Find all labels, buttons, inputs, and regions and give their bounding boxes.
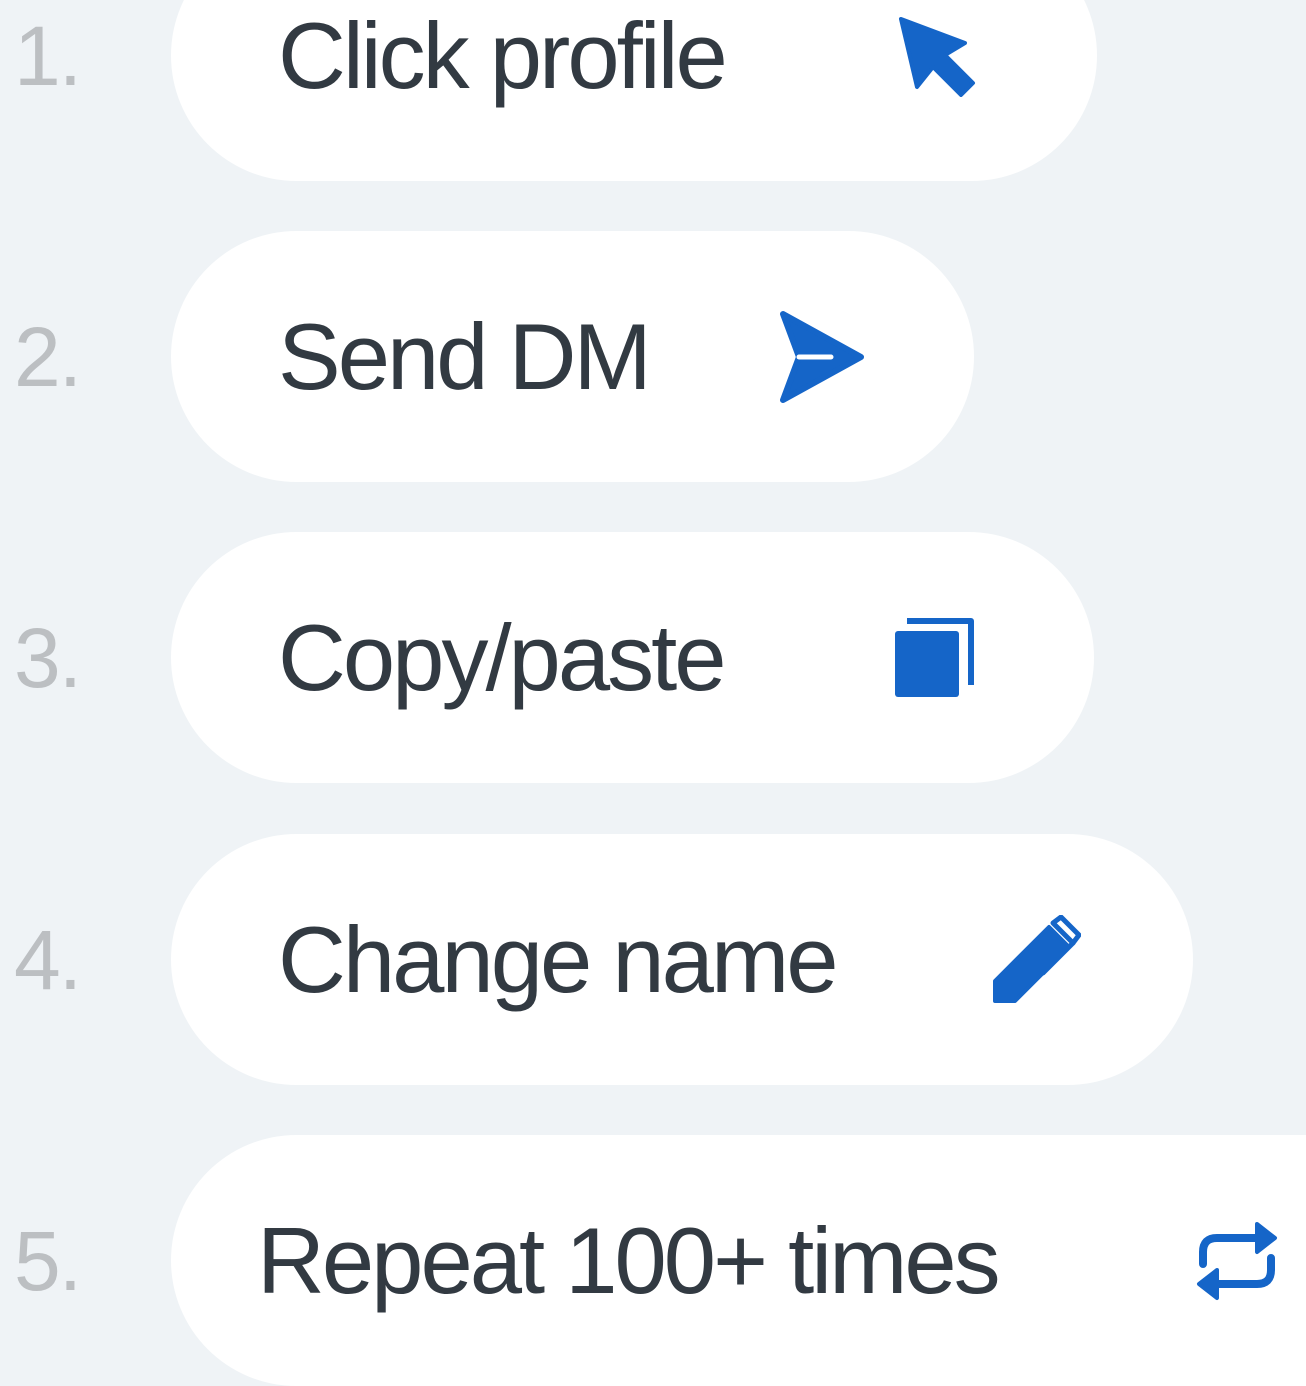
copy-icon: [893, 617, 975, 699]
step-label: Change name: [278, 906, 839, 1012]
step-number: 2.: [14, 309, 82, 404]
cursor-arrow-icon: [895, 15, 981, 97]
step-number: 3.: [14, 610, 82, 705]
send-icon: [775, 310, 865, 404]
step-label: Copy/paste: [278, 604, 727, 710]
repeat-icon: [1191, 1218, 1283, 1304]
step-pill-send-dm[interactable]: Send DM: [171, 231, 974, 482]
step-label: Click profile: [278, 2, 728, 108]
pen-icon: [991, 914, 1081, 1005]
step-label: Send DM: [278, 303, 652, 409]
step-pill-click-profile[interactable]: Click profile: [171, 0, 1097, 181]
step-number: 1.: [14, 8, 82, 103]
step-pill-copy-paste[interactable]: Copy/paste: [171, 532, 1094, 783]
step-number: 4.: [14, 912, 82, 1007]
step-pill-repeat[interactable]: Repeat 100+ times: [171, 1135, 1306, 1386]
step-number: 5.: [14, 1213, 82, 1308]
step-label: Repeat 100+ times: [257, 1207, 1001, 1313]
step-pill-change-name[interactable]: Change name: [171, 834, 1193, 1085]
